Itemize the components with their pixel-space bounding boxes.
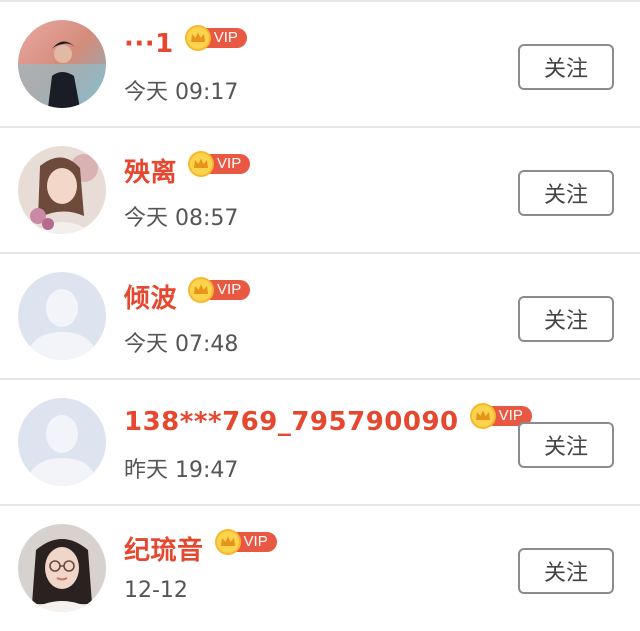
list-item[interactable]: 138***769_795790090 VIP 昨天 19:47 关注 bbox=[0, 380, 640, 506]
crown-icon bbox=[184, 25, 211, 51]
follow-button[interactable]: 关注 bbox=[518, 44, 614, 90]
timestamp: 昨天 19:47 bbox=[124, 458, 239, 483]
vip-badge: VIP bbox=[187, 150, 251, 178]
follow-button[interactable]: 关注 bbox=[518, 422, 614, 468]
avatar[interactable] bbox=[18, 524, 106, 612]
default-avatar-icon bbox=[18, 398, 106, 486]
follow-button[interactable]: 关注 bbox=[518, 548, 614, 594]
vip-badge: VIP bbox=[184, 24, 247, 52]
timestamp: 今天 08:57 bbox=[124, 206, 239, 231]
list-item[interactable]: 倾波 VIP 今天 07:48 关注 bbox=[0, 254, 640, 380]
follow-button[interactable]: 关注 bbox=[518, 296, 614, 342]
crown-icon bbox=[469, 403, 496, 429]
default-avatar-icon bbox=[18, 272, 106, 360]
list-item[interactable]: 纪琉音 VIP 12-12 关注 bbox=[0, 506, 640, 631]
list-item[interactable]: 殃离 VIP 今天 08:57 关注 bbox=[0, 128, 640, 254]
user-name[interactable]: 倾波 bbox=[124, 278, 177, 315]
timestamp: 今天 07:48 bbox=[124, 332, 239, 357]
list-item[interactable]: ···1 VIP 今天 09:17 关注 bbox=[0, 2, 640, 128]
avatar[interactable] bbox=[18, 146, 106, 234]
avatar[interactable] bbox=[18, 272, 106, 360]
user-name[interactable]: ···1 bbox=[124, 29, 174, 59]
vip-badge: VIP bbox=[187, 276, 251, 304]
user-name[interactable]: 138***769_795790090 bbox=[124, 407, 459, 437]
user-name[interactable]: 纪琉音 bbox=[124, 530, 204, 567]
timestamp: 今天 09:17 bbox=[124, 80, 239, 105]
crown-icon bbox=[188, 151, 215, 177]
follower-list: ···1 VIP 今天 09:17 关注 殃离 VIP 今天 08:57 关注 … bbox=[0, 0, 640, 631]
avatar[interactable] bbox=[18, 398, 106, 486]
follow-button[interactable]: 关注 bbox=[518, 170, 614, 216]
avatar[interactable] bbox=[18, 20, 106, 108]
timestamp: 12-12 bbox=[124, 578, 188, 603]
crown-icon bbox=[188, 277, 215, 303]
vip-badge: VIP bbox=[214, 528, 277, 556]
user-name[interactable]: 殃离 bbox=[124, 152, 177, 189]
crown-icon bbox=[214, 529, 241, 555]
